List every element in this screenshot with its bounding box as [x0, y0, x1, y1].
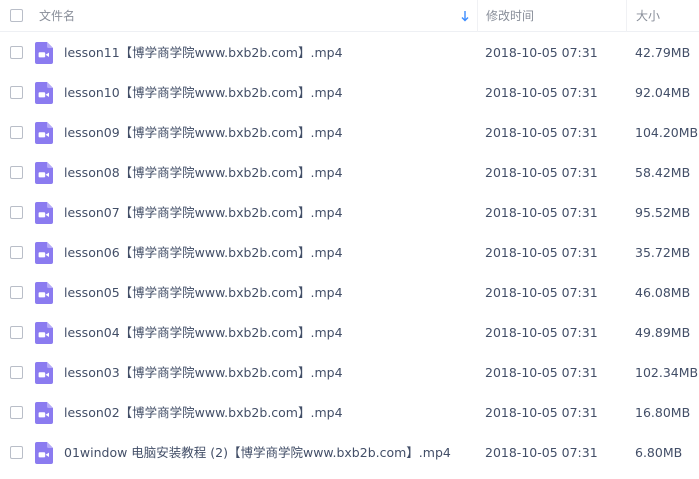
file-modified-time: 2018-10-05 07:31 [485, 125, 598, 140]
column-header-name[interactable]: 文件名 [39, 0, 75, 32]
file-size: 92.04MB [635, 85, 691, 100]
video-file-icon [35, 322, 53, 344]
video-file-icon [35, 202, 53, 224]
row-checkbox[interactable] [10, 46, 23, 59]
video-file-icon [35, 442, 53, 464]
file-size: 16.80MB [635, 405, 691, 420]
file-name[interactable]: lesson11【博学商学院www.bxb2b.com】.mp4 [64, 33, 343, 73]
file-row[interactable]: lesson11【博学商学院www.bxb2b.com】.mp4 2018-10… [0, 33, 699, 73]
video-file-icon [35, 242, 53, 264]
column-header-size[interactable]: 大小 [636, 0, 660, 32]
file-modified-time: 2018-10-05 07:31 [485, 165, 598, 180]
video-file-icon [35, 402, 53, 424]
file-row[interactable]: lesson09【博学商学院www.bxb2b.com】.mp4 2018-10… [0, 113, 699, 153]
list-header: 文件名 修改时间 大小 [0, 0, 699, 32]
video-file-icon [35, 122, 53, 144]
select-all-checkbox[interactable] [10, 9, 23, 22]
file-name[interactable]: lesson05【博学商学院www.bxb2b.com】.mp4 [64, 273, 343, 313]
row-checkbox[interactable] [10, 406, 23, 419]
file-modified-time: 2018-10-05 07:31 [485, 45, 598, 60]
column-divider[interactable] [477, 0, 478, 32]
row-checkbox[interactable] [10, 86, 23, 99]
file-modified-time: 2018-10-05 07:31 [485, 325, 598, 340]
file-modified-time: 2018-10-05 07:31 [485, 405, 598, 420]
file-row[interactable]: lesson04【博学商学院www.bxb2b.com】.mp4 2018-10… [0, 313, 699, 353]
file-name[interactable]: lesson02【博学商学院www.bxb2b.com】.mp4 [64, 393, 343, 433]
row-checkbox[interactable] [10, 206, 23, 219]
file-row[interactable]: lesson03【博学商学院www.bxb2b.com】.mp4 2018-10… [0, 353, 699, 393]
file-size: 6.80MB [635, 445, 683, 460]
video-file-icon [35, 42, 53, 64]
file-name[interactable]: lesson06【博学商学院www.bxb2b.com】.mp4 [64, 233, 343, 273]
file-name[interactable]: lesson07【博学商学院www.bxb2b.com】.mp4 [64, 193, 343, 233]
file-modified-time: 2018-10-05 07:31 [485, 245, 598, 260]
file-modified-time: 2018-10-05 07:31 [485, 205, 598, 220]
row-checkbox[interactable] [10, 446, 23, 459]
file-row[interactable]: lesson06【博学商学院www.bxb2b.com】.mp4 2018-10… [0, 233, 699, 273]
file-modified-time: 2018-10-05 07:31 [485, 445, 598, 460]
file-size: 58.42MB [635, 165, 691, 180]
row-checkbox[interactable] [10, 326, 23, 339]
column-divider[interactable] [626, 0, 627, 32]
file-row[interactable]: lesson08【博学商学院www.bxb2b.com】.mp4 2018-10… [0, 153, 699, 193]
file-modified-time: 2018-10-05 07:31 [485, 285, 598, 300]
file-name[interactable]: lesson03【博学商学院www.bxb2b.com】.mp4 [64, 353, 343, 393]
file-row[interactable]: lesson07【博学商学院www.bxb2b.com】.mp4 2018-10… [0, 193, 699, 233]
file-size: 46.08MB [635, 285, 691, 300]
video-file-icon [35, 282, 53, 304]
file-size: 35.72MB [635, 245, 691, 260]
video-file-icon [35, 82, 53, 104]
row-checkbox[interactable] [10, 366, 23, 379]
file-name[interactable]: lesson09【博学商学院www.bxb2b.com】.mp4 [64, 113, 343, 153]
column-header-modified[interactable]: 修改时间 [486, 0, 534, 32]
video-file-icon [35, 362, 53, 384]
file-name[interactable]: lesson10【博学商学院www.bxb2b.com】.mp4 [64, 73, 343, 113]
file-row[interactable]: 01window 电脑安装教程 (2)【博学商学院www.bxb2b.com】.… [0, 433, 699, 473]
row-checkbox[interactable] [10, 166, 23, 179]
file-name[interactable]: 01window 电脑安装教程 (2)【博学商学院www.bxb2b.com】.… [64, 433, 451, 473]
sort-arrow-down-icon[interactable] [459, 9, 471, 23]
file-list: 文件名 修改时间 大小 lesson11【博学商学院www.bxb2b.com】… [0, 0, 699, 479]
video-file-icon [35, 162, 53, 184]
file-name[interactable]: lesson04【博学商学院www.bxb2b.com】.mp4 [64, 313, 343, 353]
row-checkbox[interactable] [10, 126, 23, 139]
file-row[interactable]: lesson10【博学商学院www.bxb2b.com】.mp4 2018-10… [0, 73, 699, 113]
file-size: 104.20MB [635, 125, 699, 140]
file-size: 42.79MB [635, 45, 691, 60]
file-modified-time: 2018-10-05 07:31 [485, 365, 598, 380]
file-name[interactable]: lesson08【博学商学院www.bxb2b.com】.mp4 [64, 153, 343, 193]
file-row[interactable]: lesson05【博学商学院www.bxb2b.com】.mp4 2018-10… [0, 273, 699, 313]
file-size: 49.89MB [635, 325, 691, 340]
row-checkbox[interactable] [10, 246, 23, 259]
row-checkbox[interactable] [10, 286, 23, 299]
file-modified-time: 2018-10-05 07:31 [485, 85, 598, 100]
file-size: 95.52MB [635, 205, 691, 220]
file-size: 102.34MB [635, 365, 699, 380]
file-row[interactable]: lesson02【博学商学院www.bxb2b.com】.mp4 2018-10… [0, 393, 699, 433]
